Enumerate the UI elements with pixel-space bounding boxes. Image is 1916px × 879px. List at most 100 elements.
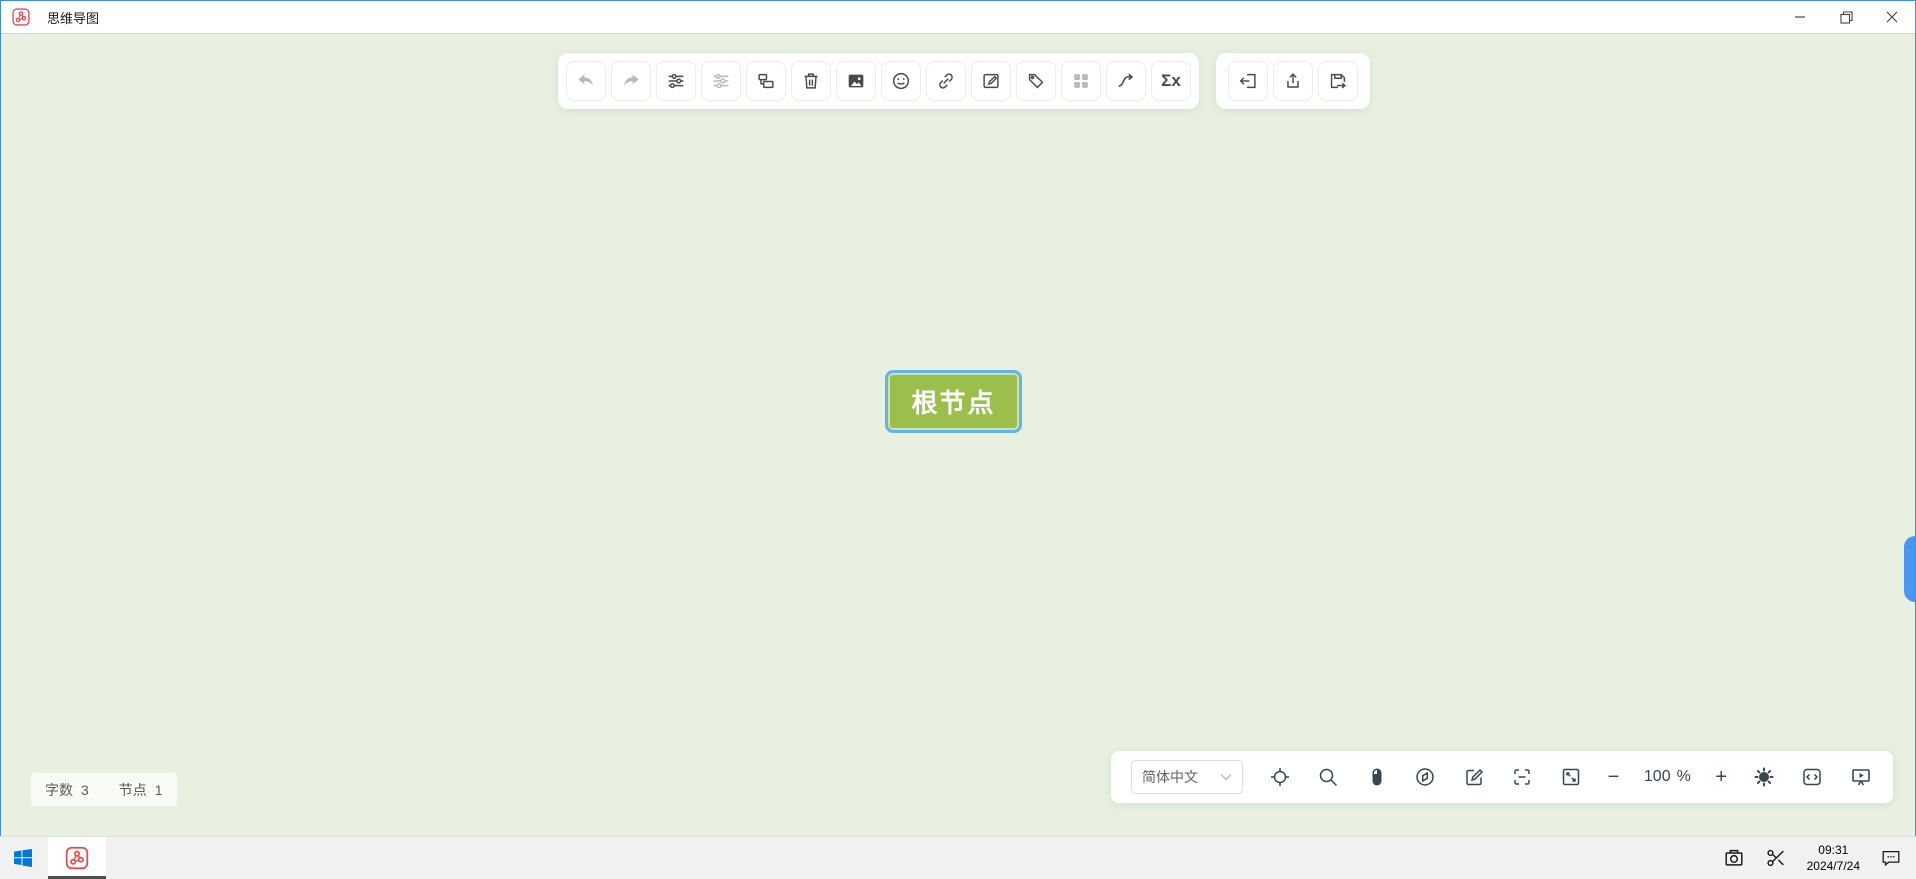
emoji-icon [892, 72, 910, 90]
chat-bubble-icon [1882, 850, 1900, 867]
undo-icon [578, 74, 593, 86]
root-node[interactable]: 根节点 [885, 370, 1022, 433]
redo-button[interactable] [611, 61, 651, 101]
restore-icon [1839, 10, 1853, 24]
system-tray: 09:31 2024/7/24 [1723, 837, 1916, 879]
notifications-button[interactable] [1880, 847, 1902, 869]
close-button[interactable] [1869, 1, 1915, 33]
zoom-value: 100 [1643, 768, 1671, 785]
app-logo-icon [12, 8, 30, 26]
node-count-value: 1 [154, 781, 163, 798]
minimap-button[interactable] [1413, 765, 1437, 789]
delete-icon [804, 73, 818, 89]
window-title: 思维导图 [47, 10, 100, 26]
main-toolbar: Σx [558, 53, 1199, 109]
locate-button[interactable] [1268, 765, 1292, 789]
hyperlink-button[interactable] [926, 61, 966, 101]
note-button[interactable] [971, 61, 1011, 101]
mouse-mode-button[interactable] [1365, 765, 1389, 789]
summary-icon [1074, 74, 1088, 88]
taskbar-app-mindmap[interactable] [48, 837, 106, 879]
zoom-out-icon: − [1607, 765, 1620, 788]
canvas-style-button[interactable] [701, 61, 741, 101]
import-button[interactable] [1228, 61, 1268, 101]
camera-icon [1725, 849, 1743, 866]
formula-button[interactable]: Σx [1151, 61, 1191, 101]
language-value: 简体中文 [1142, 769, 1198, 785]
associative-line-button[interactable] [1106, 61, 1146, 101]
source-code-button[interactable] [1800, 765, 1824, 789]
fit-canvas-button[interactable] [1510, 765, 1534, 789]
presentation-button[interactable] [1849, 765, 1873, 789]
undo-button[interactable] [566, 61, 606, 101]
summary-button[interactable] [1061, 61, 1101, 101]
zoom-level: 100 % [1644, 768, 1691, 786]
fit-canvas-icon [1514, 769, 1531, 785]
windows-logo-icon [14, 849, 32, 867]
zoom-in-icon: + [1715, 765, 1728, 788]
presentation-icon [1852, 769, 1870, 786]
sidebar-handle[interactable] [1904, 536, 1915, 602]
mouse-mode-icon [1372, 768, 1382, 786]
delete-button[interactable] [791, 61, 831, 101]
emoji-button[interactable] [881, 61, 921, 101]
clock-date: 2024/7/24 [1806, 859, 1860, 873]
status-counter: 字数 3 节点 1 [31, 773, 177, 806]
note-icon [983, 73, 999, 89]
screen: 思维导图 Σx 根节点 字数 3 节点 1 简体中文 − 100 % + 09:… [0, 0, 1916, 879]
image-button[interactable] [836, 61, 876, 101]
node-count-label: 节点 [118, 781, 147, 798]
export-icon [1287, 73, 1299, 88]
bottom-control-bar: 简体中文 − 100 % + [1111, 751, 1893, 803]
locate-icon [1270, 768, 1289, 786]
window-controls [1777, 1, 1915, 33]
export-button[interactable] [1273, 61, 1313, 101]
tag-button[interactable] [1016, 61, 1056, 101]
edit-mode-button[interactable] [1462, 765, 1486, 789]
language-select[interactable]: 简体中文 [1131, 760, 1243, 794]
edit-mode-icon [1466, 768, 1483, 786]
close-icon [1886, 11, 1898, 23]
snip-button[interactable] [1765, 847, 1787, 869]
taskbar: 09:31 2024/7/24 [0, 836, 1916, 879]
taskbar-clock[interactable]: 09:31 2024/7/24 [1807, 842, 1860, 874]
search-icon [1319, 768, 1338, 787]
restore-button[interactable] [1823, 1, 1869, 33]
hyperlink-icon [939, 73, 953, 89]
save-button[interactable] [1318, 61, 1358, 101]
clock-time: 09:31 [1818, 842, 1849, 857]
search-button[interactable] [1316, 765, 1340, 789]
save-icon [1330, 73, 1347, 89]
minimap-icon [1416, 768, 1435, 786]
chevron-down-icon [1220, 774, 1232, 781]
tag-icon [1028, 73, 1044, 89]
titlebar: 思维导图 [1, 1, 1915, 34]
fullscreen-button[interactable] [1559, 765, 1583, 789]
app-window: 思维导图 Σx 根节点 字数 3 节点 1 简体中文 − 100 % + [0, 0, 1916, 836]
io-toolbar [1216, 53, 1370, 109]
zoom-in-button[interactable]: + [1715, 766, 1727, 789]
word-count-value: 3 [81, 781, 89, 798]
formula-icon: Σx [1161, 71, 1181, 90]
theme-button[interactable] [1752, 765, 1776, 789]
insert-node-icon [758, 73, 774, 89]
theme-sun-icon [1754, 767, 1774, 787]
screenshot-button[interactable] [1723, 847, 1745, 869]
root-node-label: 根节点 [911, 388, 996, 418]
image-icon [848, 74, 864, 88]
node-style-button[interactable] [656, 61, 696, 101]
associative-line-icon [1118, 73, 1134, 87]
scissors-icon [1766, 849, 1784, 867]
start-button[interactable] [0, 837, 46, 879]
zoom-percent-sign: % [1676, 768, 1691, 785]
source-code-icon [1803, 768, 1821, 786]
word-count-label: 字数 [45, 781, 73, 798]
insert-node-button[interactable] [746, 61, 786, 101]
minimize-button[interactable] [1777, 1, 1823, 33]
redo-icon [624, 74, 639, 86]
mindmap-canvas[interactable]: Σx 根节点 字数 3 节点 1 简体中文 − 100 % + [1, 34, 1915, 836]
app-logo-icon [65, 846, 89, 870]
zoom-out-button[interactable]: − [1608, 766, 1620, 789]
node-style-icon [668, 73, 684, 89]
minimize-icon [1795, 16, 1805, 18]
